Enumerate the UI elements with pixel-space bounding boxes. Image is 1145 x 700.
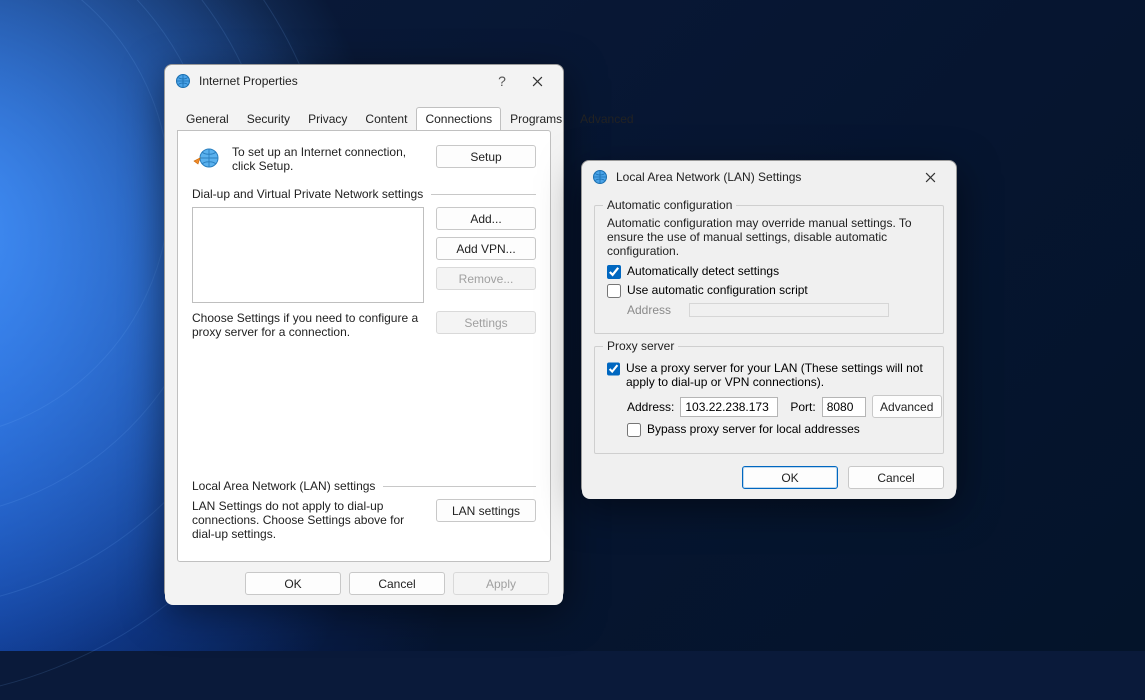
tab-connections[interactable]: Connections [416, 107, 501, 130]
automatic-config-group: Automatic configuration Automatic config… [594, 205, 944, 334]
tabstrip: General Security Privacy Content Connect… [167, 107, 561, 130]
connection-settings-button: Settings [436, 311, 536, 334]
window-title: Internet Properties [199, 74, 487, 88]
proxy-port-input[interactable] [822, 397, 866, 417]
divider [383, 486, 536, 487]
auto-detect-label: Automatically detect settings [627, 264, 779, 278]
internet-options-icon [592, 169, 608, 185]
titlebar[interactable]: Local Area Network (LAN) Settings [582, 161, 956, 193]
add-vpn-button[interactable]: Add VPN... [436, 237, 536, 260]
lan-desc-text: LAN Settings do not apply to dial-up con… [192, 499, 424, 541]
proxy-address-input[interactable] [680, 397, 778, 417]
proxy-port-label: Port: [790, 400, 815, 414]
auto-detect-row[interactable]: Automatically detect settings [607, 264, 931, 279]
cancel-button[interactable]: Cancel [848, 466, 944, 489]
internet-properties-window: Internet Properties ? General Security P… [164, 64, 564, 599]
automatic-config-legend: Automatic configuration [603, 198, 736, 212]
divider [431, 194, 536, 195]
tab-security[interactable]: Security [238, 107, 299, 130]
ok-button[interactable]: OK [245, 572, 341, 595]
remove-button: Remove... [436, 267, 536, 290]
lan-group-label: Local Area Network (LAN) settings [192, 479, 375, 493]
connections-panel: To set up an Internet connection, click … [177, 130, 551, 562]
cancel-button[interactable]: Cancel [349, 572, 445, 595]
add-button[interactable]: Add... [436, 207, 536, 230]
close-button[interactable] [517, 67, 557, 95]
help-button[interactable]: ? [487, 73, 517, 89]
advanced-button[interactable]: Advanced [872, 395, 942, 418]
proxy-server-group: Proxy server Use a proxy server for your… [594, 346, 944, 454]
use-proxy-label: Use a proxy server for your LAN (These s… [626, 361, 931, 389]
tab-programs[interactable]: Programs [501, 107, 571, 130]
ok-button[interactable]: OK [742, 466, 838, 489]
use-script-label: Use automatic configuration script [627, 283, 808, 297]
use-script-checkbox[interactable] [607, 284, 621, 298]
automatic-config-desc: Automatic configuration may override man… [607, 216, 931, 258]
tab-advanced[interactable]: Advanced [571, 107, 642, 130]
lan-settings-button[interactable]: LAN settings [436, 499, 536, 522]
use-script-row[interactable]: Use automatic configuration script [607, 283, 931, 298]
window-title: Local Area Network (LAN) Settings [616, 170, 910, 184]
bypass-label: Bypass proxy server for local addresses [647, 422, 860, 436]
close-button[interactable] [910, 163, 950, 191]
setup-text: To set up an Internet connection, click … [232, 145, 424, 173]
globe-connect-icon [192, 145, 220, 173]
tab-privacy[interactable]: Privacy [299, 107, 356, 130]
apply-button: Apply [453, 572, 549, 595]
tab-content[interactable]: Content [356, 107, 416, 130]
proxy-server-legend: Proxy server [603, 339, 678, 353]
bypass-checkbox[interactable] [627, 423, 641, 437]
use-proxy-row[interactable]: Use a proxy server for your LAN (These s… [607, 361, 931, 389]
setup-button[interactable]: Setup [436, 145, 536, 168]
script-address-input [689, 303, 889, 317]
script-address-label: Address [627, 303, 683, 317]
titlebar[interactable]: Internet Properties ? [165, 65, 563, 97]
auto-detect-checkbox[interactable] [607, 265, 621, 279]
lan-settings-window: Local Area Network (LAN) Settings Automa… [581, 160, 957, 495]
dialup-group-label: Dial-up and Virtual Private Network sett… [192, 187, 423, 201]
tab-general[interactable]: General [177, 107, 238, 130]
bypass-row[interactable]: Bypass proxy server for local addresses [627, 422, 931, 437]
dialup-connections-list[interactable] [192, 207, 424, 303]
internet-options-icon [175, 73, 191, 89]
choose-settings-text: Choose Settings if you need to configure… [192, 311, 424, 339]
proxy-address-label: Address: [627, 400, 674, 414]
use-proxy-checkbox[interactable] [607, 362, 620, 376]
